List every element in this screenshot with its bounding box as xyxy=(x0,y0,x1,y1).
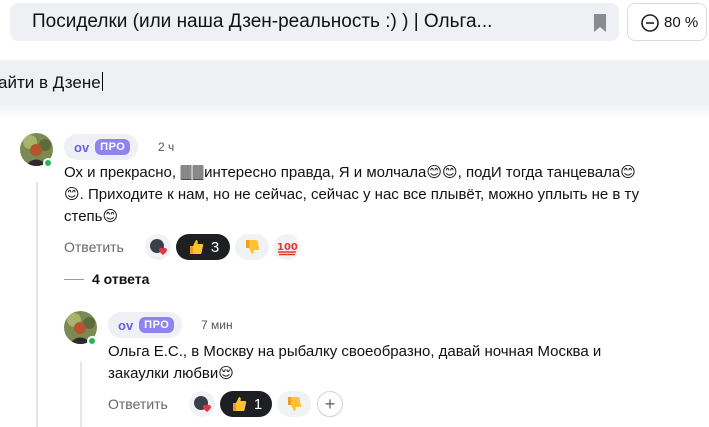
comment-text: Ольга Е.С., в Москву на рыбалку своеобра… xyxy=(108,341,704,385)
answers-toggle[interactable]: 4 ответа xyxy=(64,271,149,287)
author-name: ov xyxy=(74,139,90,155)
hundred-reaction-button[interactable]: 100 xyxy=(274,234,300,260)
pro-badge: ПРО xyxy=(139,317,175,333)
online-status-dot xyxy=(43,158,53,168)
online-status-dot xyxy=(87,336,97,346)
comment-text-line: Ольга Е.С., в Москву на рыбалку своеобра… xyxy=(108,343,602,360)
like-reaction-button[interactable]: 3 xyxy=(176,234,230,260)
zoom-icon xyxy=(641,14,659,32)
like-count: 1 xyxy=(253,395,263,413)
dislike-reaction-button[interactable] xyxy=(235,234,269,260)
reaction-heart-button[interactable] xyxy=(145,234,171,260)
comment-text: Ох и прекрасно, 🀫🀫интересно правда, Я и … xyxy=(64,162,704,228)
thread-line xyxy=(36,182,38,427)
zoom-button[interactable]: 80 % xyxy=(627,3,707,41)
thumbs-up-icon xyxy=(189,240,204,254)
search-input[interactable]: айти в Дзене xyxy=(0,60,709,105)
heart-reaction-icon xyxy=(194,396,211,412)
browser-toolbar: Посиделки (или наша Дзен-реальность :) )… xyxy=(0,0,709,44)
thumbs-down-icon xyxy=(288,397,302,411)
pro-badge: ПРО xyxy=(95,139,131,155)
heart-reaction-icon xyxy=(150,239,167,255)
answers-count: 4 ответа xyxy=(92,271,150,287)
comment-text-line: степь😊 xyxy=(64,208,119,225)
reply-thread-line xyxy=(80,362,82,427)
hundred-icon: 100 xyxy=(277,242,298,256)
dislike-reaction-button[interactable] xyxy=(277,391,311,417)
header-shadow xyxy=(0,105,709,119)
search-input-value: айти в Дзене xyxy=(0,72,103,92)
thumbs-down-icon xyxy=(246,240,260,254)
page-title: Посиделки (или наша Дзен-реальность :) )… xyxy=(32,11,493,32)
thumbs-up-icon xyxy=(232,397,247,411)
answers-divider xyxy=(64,278,84,280)
author-chip[interactable]: ov ПРО xyxy=(108,312,183,338)
reply-button[interactable]: Ответить xyxy=(108,396,168,412)
reaction-heart-button[interactable] xyxy=(189,391,215,417)
address-bar[interactable]: Посиделки (или наша Дзен-реальность :) )… xyxy=(10,3,619,41)
zoom-level: 80 % xyxy=(664,14,699,31)
like-count: 3 xyxy=(210,238,220,256)
reply-button[interactable]: Ответить xyxy=(64,239,124,255)
author-chip[interactable]: ov ПРО xyxy=(64,134,139,160)
add-reaction-button[interactable]: + xyxy=(317,391,343,417)
author-name: ov xyxy=(118,317,134,333)
add-reaction-icon: + xyxy=(324,393,336,414)
comment-time: 7 мин xyxy=(201,318,233,332)
comment-text-line: 😊. Приходите к нам, но не сейчас, сейчас… xyxy=(64,186,640,203)
bookmark-icon[interactable] xyxy=(590,12,610,34)
text-caret xyxy=(101,72,103,91)
comment-time: 2 ч xyxy=(158,140,175,154)
comment-text-line: закаулки любви😌 xyxy=(108,365,234,382)
comment-text-line: Ох и прекрасно, 🀫🀫интересно правда, Я и … xyxy=(64,164,636,181)
like-reaction-button[interactable]: 1 xyxy=(220,391,272,417)
